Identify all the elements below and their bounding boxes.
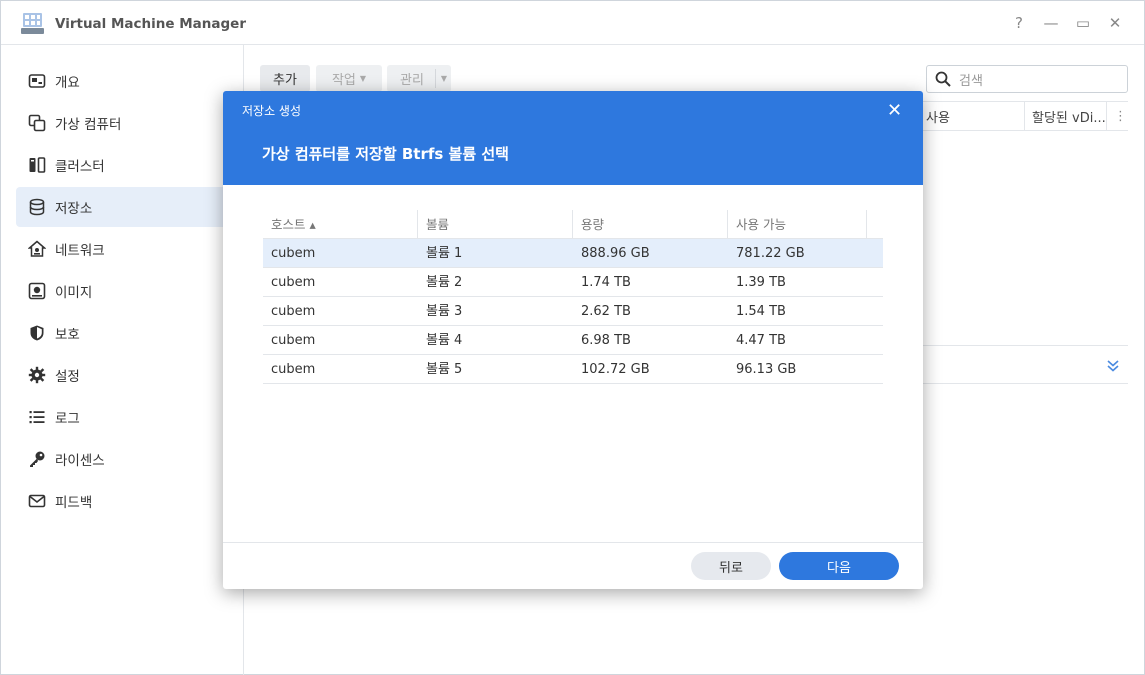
dialog-small-title: 저장소 생성 xyxy=(242,104,302,118)
available-cell: 1.39 TB xyxy=(736,275,786,290)
volume-table: 호스트 ▴ 볼륨 용량 사용 가능 cubem 볼륨 1 888.96 GB 781.… xyxy=(263,210,883,384)
table-row[interactable]: cubem 볼륨 4 6.98 TB 4.47 TB xyxy=(263,326,883,355)
app-window: Virtual Machine Manager ? — ▭ ✕ 개요 가상 컴퓨… xyxy=(0,0,1145,675)
column-header-capacity[interactable]: 용량 xyxy=(573,210,728,239)
host-cell: cubem xyxy=(271,246,316,261)
column-header-available[interactable]: 사용 가능 xyxy=(728,210,867,239)
next-button[interactable]: 다음 xyxy=(779,552,899,580)
capacity-cell: 888.96 GB xyxy=(581,246,650,261)
capacity-cell: 1.74 TB xyxy=(581,275,631,290)
table-row[interactable]: cubem 볼륨 3 2.62 TB 1.54 TB xyxy=(263,297,883,326)
volume-cell: 볼륨 5 xyxy=(426,362,463,377)
divider xyxy=(223,542,923,543)
host-cell: cubem xyxy=(271,362,316,377)
dialog-title: 가상 컴퓨터를 저장할 Btrfs 볼륨 선택 xyxy=(262,145,509,163)
host-cell: cubem xyxy=(271,275,316,290)
column-header-volume[interactable]: 볼륨 xyxy=(418,210,573,239)
create-storage-dialog: 저장소 생성 가상 컴퓨터를 저장할 Btrfs 볼륨 선택 ✕ 호스트 ▴ 볼… xyxy=(223,91,923,589)
host-cell: cubem xyxy=(271,304,316,319)
available-cell: 781.22 GB xyxy=(736,246,805,261)
volume-cell: 볼륨 2 xyxy=(426,275,463,290)
available-cell: 1.54 TB xyxy=(736,304,786,319)
capacity-cell: 6.98 TB xyxy=(581,333,631,348)
dialog-header: 저장소 생성 가상 컴퓨터를 저장할 Btrfs 볼륨 선택 ✕ xyxy=(223,91,923,185)
table-row[interactable]: cubem 볼륨 5 102.72 GB 96.13 GB xyxy=(263,355,883,384)
table-row[interactable]: cubem 볼륨 2 1.74 TB 1.39 TB xyxy=(263,268,883,297)
back-button[interactable]: 뒤로 xyxy=(691,552,771,580)
close-icon[interactable]: ✕ xyxy=(887,100,902,121)
capacity-cell: 2.62 TB xyxy=(581,304,631,319)
available-cell: 4.47 TB xyxy=(736,333,786,348)
available-cell: 96.13 GB xyxy=(736,362,797,377)
capacity-cell: 102.72 GB xyxy=(581,362,650,377)
table-row[interactable]: cubem 볼륨 1 888.96 GB 781.22 GB xyxy=(263,239,883,268)
host-cell: cubem xyxy=(271,333,316,348)
volume-cell: 볼륨 4 xyxy=(426,333,463,348)
volume-cell: 볼륨 3 xyxy=(426,304,463,319)
table-header-row: 호스트 ▴ 볼륨 용량 사용 가능 xyxy=(263,210,883,239)
volume-cell: 볼륨 1 xyxy=(426,246,463,261)
column-header-host[interactable]: 호스트 ▴ xyxy=(263,210,418,239)
